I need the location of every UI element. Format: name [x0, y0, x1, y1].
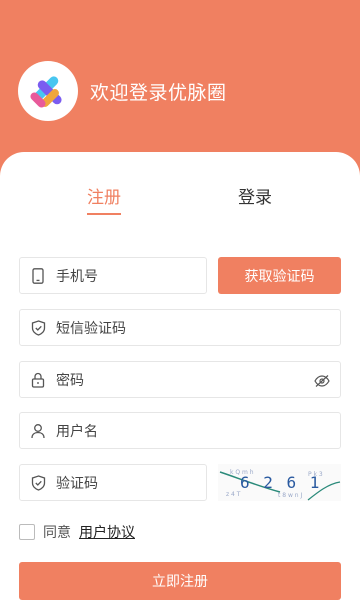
tab-login[interactable]: 登录 [238, 183, 272, 208]
captcha-code: 6 2 6 1 [240, 473, 321, 492]
captcha-field[interactable]: 验证码 [19, 464, 207, 501]
phone-placeholder: 手机号 [56, 268, 98, 285]
agree-label: 同意 [43, 525, 71, 541]
get-code-button[interactable]: 获取验证码 [218, 257, 341, 294]
tab-register[interactable]: 注册 [87, 183, 121, 208]
captcha-placeholder: 验证码 [56, 475, 98, 492]
agreement-row: 同意 用户协议 [19, 522, 135, 542]
svg-text:z 4 T: z 4 T [226, 491, 241, 498]
logo-icon [30, 76, 62, 108]
active-tab-indicator [87, 213, 121, 215]
svg-text:t 8 w n J: t 8 w n J [278, 492, 303, 499]
register-button[interactable]: 立即注册 [19, 562, 341, 600]
captcha-image[interactable]: k Q m h t 8 w n J P k 3 z 4 T 6 2 6 1 [218, 464, 341, 501]
user-agreement-link[interactable]: 用户协议 [79, 522, 135, 542]
welcome-title: 欢迎登录优脉圈 [90, 82, 227, 104]
lock-icon [30, 372, 46, 388]
phone-field[interactable]: 手机号 [19, 257, 207, 294]
app-logo [18, 61, 78, 121]
shield-icon [30, 474, 46, 491]
user-icon [30, 423, 46, 439]
username-placeholder: 用户名 [56, 423, 98, 440]
sms-code-placeholder: 短信验证码 [56, 320, 126, 337]
username-field[interactable]: 用户名 [19, 412, 341, 449]
eye-off-icon[interactable] [314, 373, 330, 387]
agree-checkbox[interactable] [19, 524, 35, 540]
shield-icon [30, 319, 46, 336]
sms-code-field[interactable]: 短信验证码 [19, 309, 341, 346]
password-field[interactable]: 密码 [19, 361, 341, 398]
password-placeholder: 密码 [56, 372, 84, 389]
phone-icon [30, 267, 46, 284]
